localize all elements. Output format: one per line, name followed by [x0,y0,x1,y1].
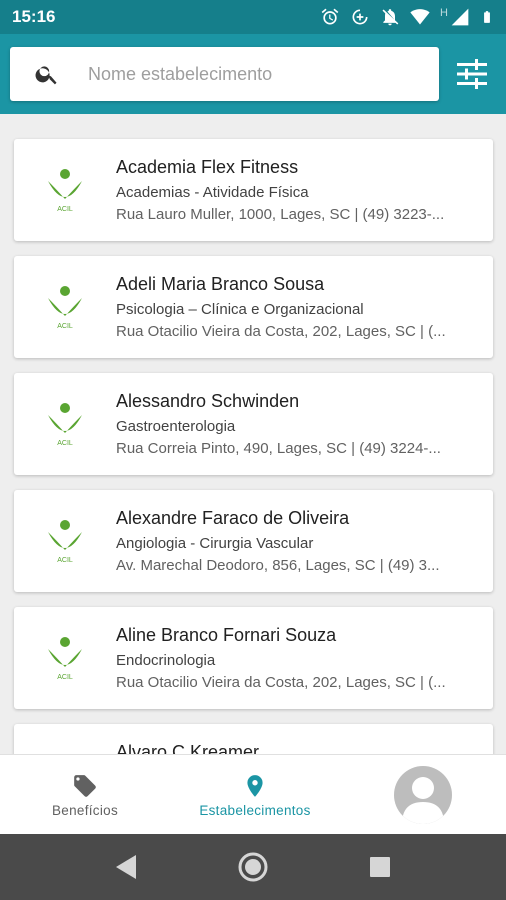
establishment-name: Aline Branco Fornari Souza [116,625,337,645]
profile-silhouette-icon [402,777,444,824]
logo-text: ACIL [57,440,73,447]
establishment-category: Gastroenterologia [116,418,236,435]
bottom-nav: Benefícios Estabelecimentos [0,754,506,834]
establishment-name: Alessandro Schwinden [116,391,300,411]
logo-text: ACIL [57,557,73,564]
acil-logo-icon: ACIL [48,286,82,330]
establishment-address: Av. Marechal Deodoro, 856, Lages, SC | (… [116,557,440,574]
alarm-icon [321,8,339,25]
tag-icon [74,774,96,797]
establishment-card[interactable]: ACIL Alessandro Schwinden Gastroenterolo… [14,373,493,475]
search-icon[interactable] [34,61,60,87]
logo-text: ACIL [57,206,73,213]
establishment-name: Alexandre Faraco de Oliveira [116,508,350,528]
establishment-name: Academia Flex Fitness [116,157,299,177]
establishment-category: Psicologia – Clínica e Organizacional [116,301,364,318]
establishment-address: Rua Lauro Muller, 1000, Lages, SC | (49)… [116,206,445,223]
logo-text: ACIL [57,674,73,681]
nav-label-estabelecimentos: Estabelecimentos [199,802,311,818]
acil-logo-icon: ACIL [48,169,82,213]
nav-item-beneficios[interactable]: Benefícios [40,755,130,835]
nav-item-estabelecimentos[interactable]: Estabelecimentos [185,755,325,835]
establishment-card[interactable]: ACIL Academia Flex Fitness Academias - A… [14,139,493,241]
notifications-off-icon [382,9,399,26]
establishment-category: Academias - Atividade Física [116,184,309,201]
recents-icon[interactable] [369,856,391,878]
establishment-card[interactable]: ACIL Adeli Maria Branco Sousa Psicologia… [14,256,493,358]
logo-text: ACIL [57,323,73,330]
battery-icon [484,11,490,23]
establishment-address: Rua Correia Pinto, 490, Lages, SC | (49)… [116,440,441,457]
status-time: 15:16 [12,7,56,26]
wifi-icon [410,9,430,25]
signal-icon [451,8,469,26]
search-input[interactable] [88,63,408,85]
acil-logo-icon: ACIL [48,403,82,447]
location-pin-icon [247,774,263,797]
establishment-name: Adeli Maria Branco Sousa [116,274,325,294]
establishment-card[interactable]: ACIL Alexandre Faraco de Oliveira Angiol… [14,490,493,592]
status-bar: 15:16 H [0,0,506,34]
acil-logo-icon: ACIL [48,637,82,681]
establishment-category: Angiologia - Cirurgia Vascular [116,535,314,552]
avatar-icon[interactable] [394,766,452,824]
establishment-name: Alvaro C Kreamer [116,742,260,754]
back-icon[interactable] [114,851,138,883]
data-saver-icon [352,9,368,25]
establishment-address: Rua Otacilio Vieira da Costa, 202, Lages… [116,674,446,691]
search-box[interactable] [10,47,439,101]
nav-label-beneficios: Benefícios [51,802,119,818]
establishment-list[interactable]: ACIL Academia Flex Fitness Academias - A… [0,114,506,754]
network-type: H [440,7,448,19]
system-nav-bar [0,834,506,900]
status-icons: H [320,7,494,27]
acil-logo-icon: ACIL [48,520,82,564]
app-bar [0,34,506,114]
establishment-card[interactable]: Alvaro C Kreamer [14,724,493,754]
home-icon[interactable] [237,851,269,883]
establishment-card[interactable]: ACIL Aline Branco Fornari Souza Endocrin… [14,607,493,709]
establishment-address: Rua Otacilio Vieira da Costa, 202, Lages… [116,323,446,340]
tune-icon[interactable] [455,58,489,90]
establishment-category: Endocrinologia [116,652,216,669]
